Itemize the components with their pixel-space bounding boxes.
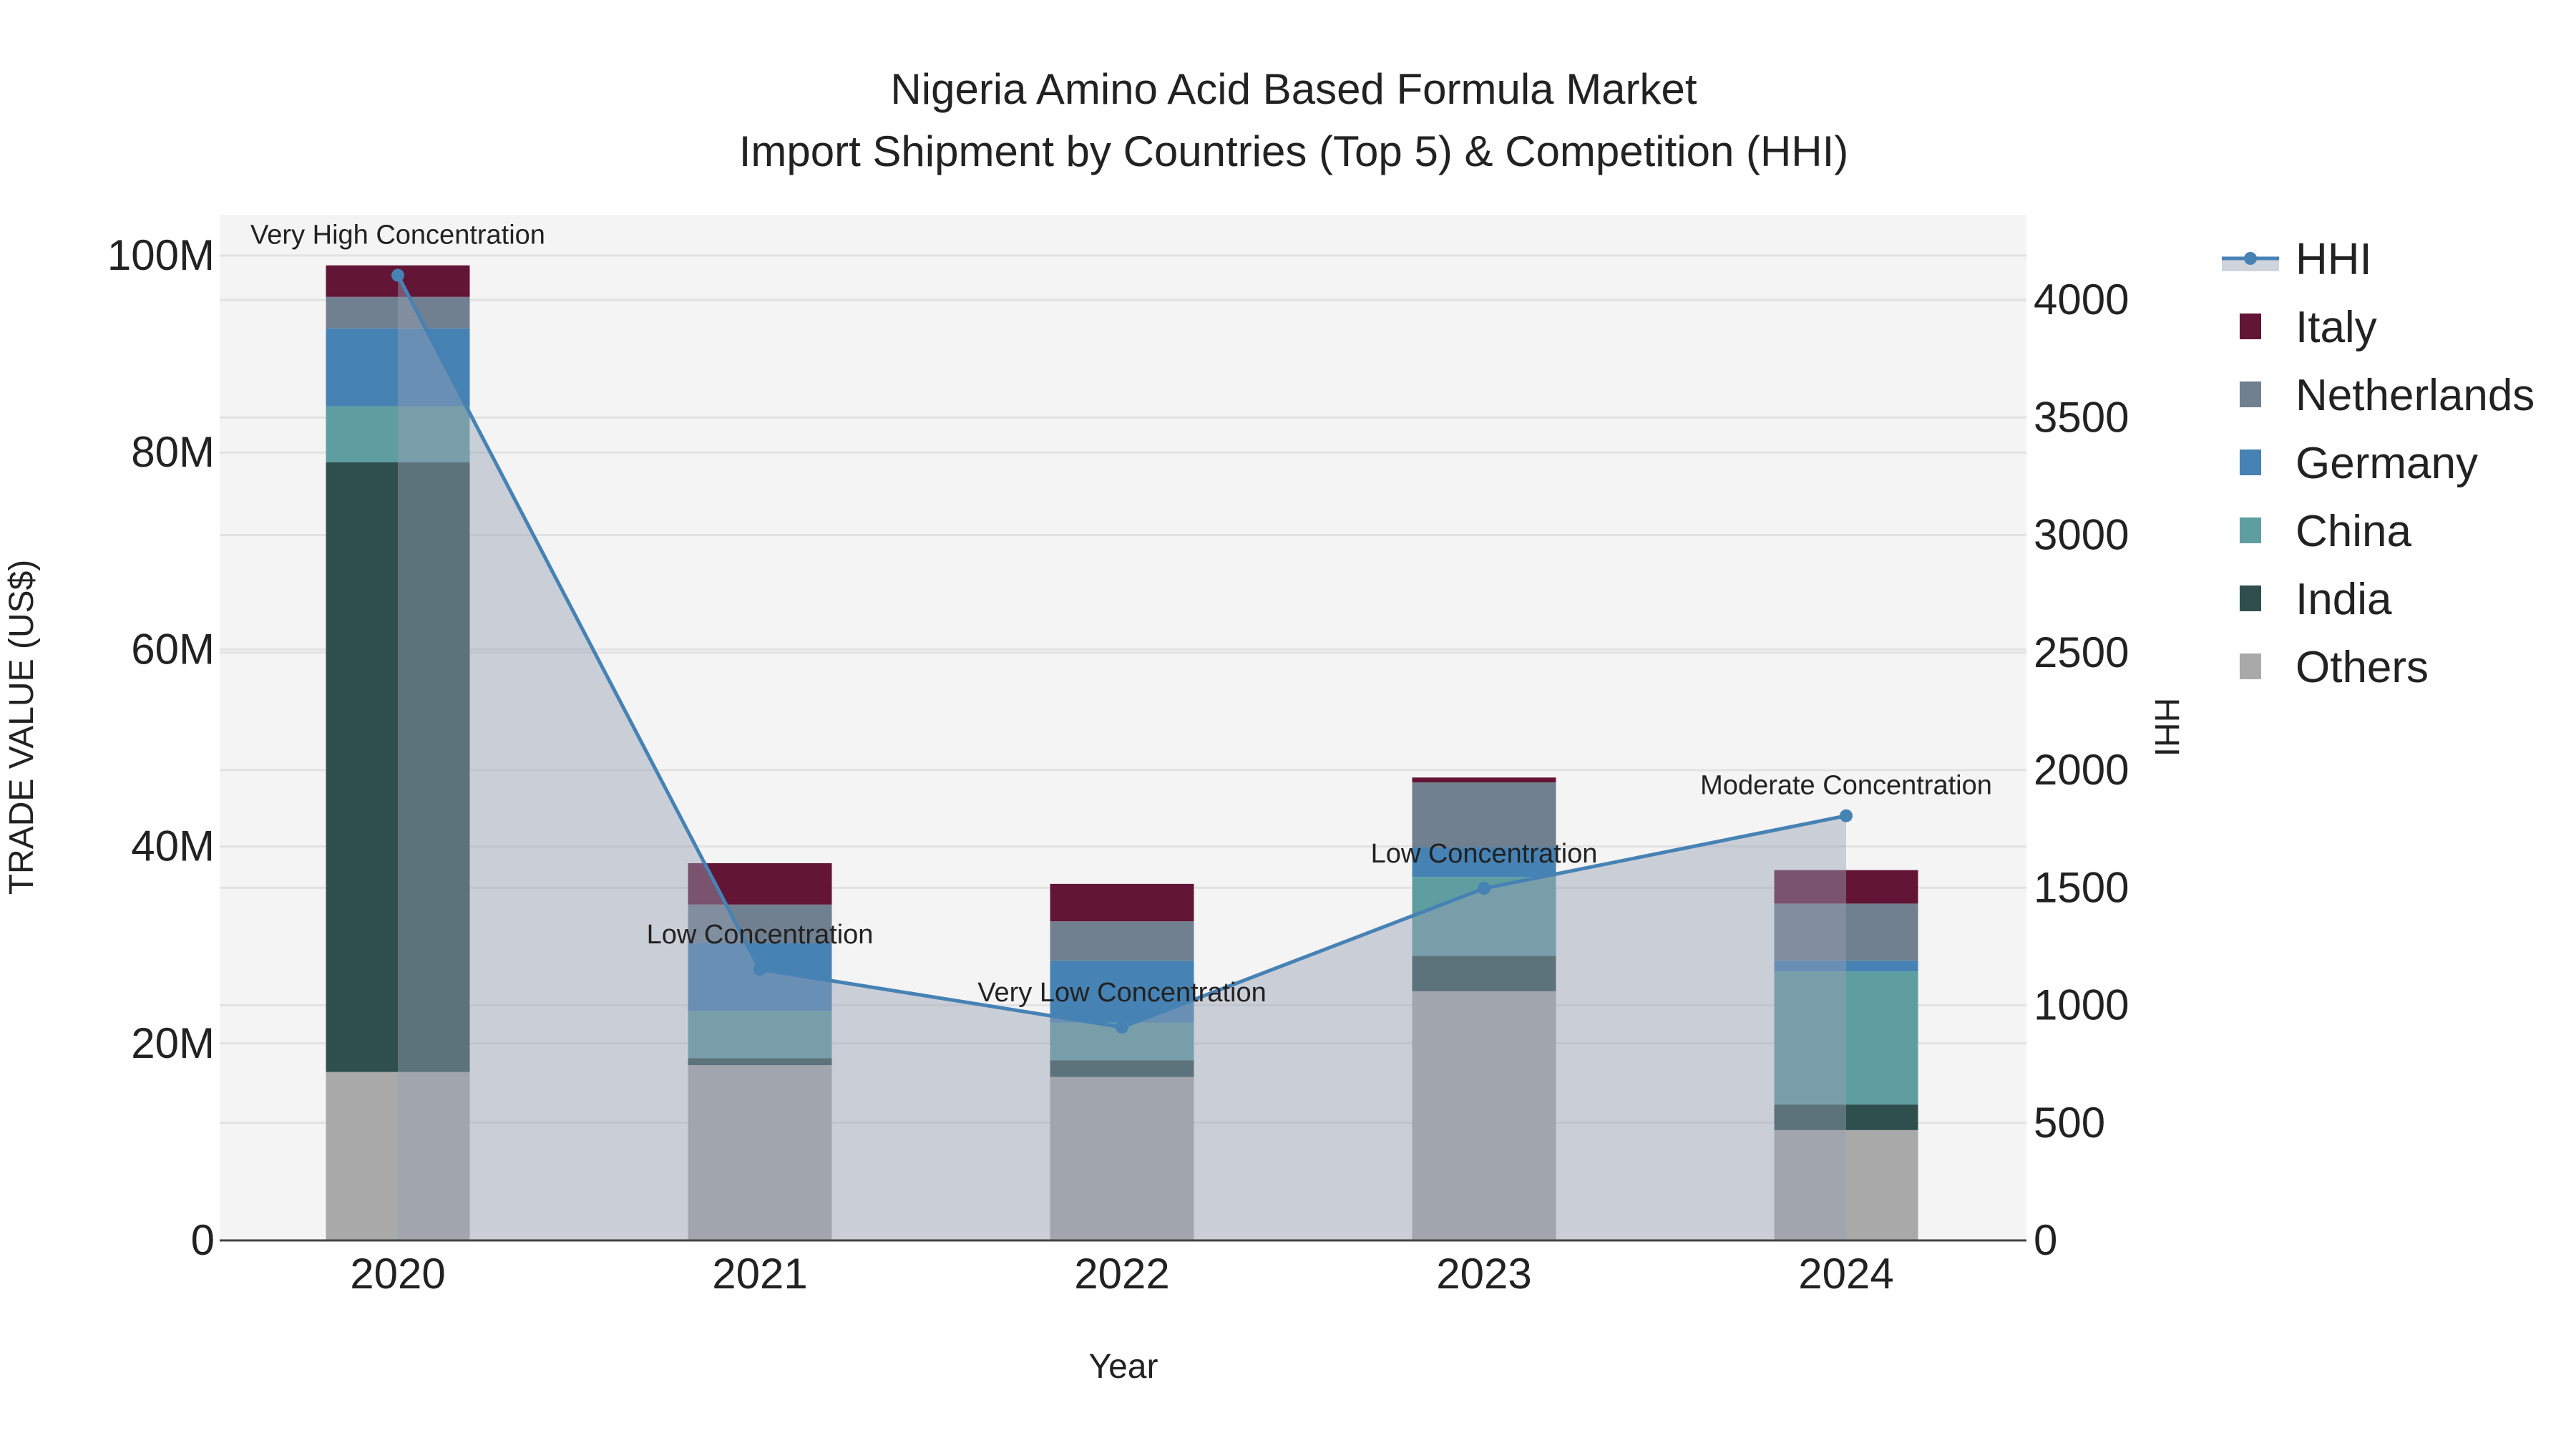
y2-tick-label: 1500: [2034, 863, 2129, 911]
x-tick-label: 2021: [712, 1250, 807, 1298]
legend-label: India: [2296, 575, 2392, 624]
x-tick-label: 2020: [350, 1250, 445, 1298]
x-tick-label: 2022: [1074, 1250, 1169, 1298]
bar-netherlands-2023: [1412, 782, 1556, 847]
y2-tick-label: 0: [2034, 1216, 2057, 1264]
hhi-annotation: Moderate Concentration: [1700, 771, 1992, 801]
hhi-annotation: Very Low Concentration: [977, 978, 1266, 1008]
chart-title-line1: Nigeria Amino Acid Based Formula Market: [890, 65, 1697, 113]
y-tick-label: 40M: [131, 822, 215, 870]
y2-tick-label: 500: [2034, 1099, 2105, 1147]
bar-netherlands-2022: [1050, 921, 1194, 961]
hhi-annotation: Very High Concentration: [250, 220, 545, 251]
legend-label: Italy: [2296, 303, 2377, 352]
hhi-marker: [753, 963, 766, 976]
legend-swatch-hhi-marker: [2244, 252, 2257, 265]
y-tick-label: 0: [191, 1216, 215, 1264]
legend-swatch-italy: [2240, 314, 2261, 339]
y-axis-title: TRADE VALUE (US$): [3, 560, 41, 895]
y2-tick-label: 1000: [2034, 981, 2129, 1029]
bar-italy-2022: [1050, 883, 1194, 922]
y2-tick-label: 4000: [2034, 276, 2129, 324]
legend-swatch-china: [2240, 517, 2261, 543]
x-tick-label: 2024: [1798, 1250, 1893, 1298]
legend-swatch-india: [2240, 585, 2261, 611]
hhi-marker: [1840, 809, 1853, 822]
hhi-marker: [391, 268, 404, 282]
legend-label: Others: [2296, 643, 2429, 692]
y-tick-label: 80M: [131, 428, 215, 476]
legend-label: China: [2296, 507, 2412, 556]
y-tick-label: 60M: [131, 625, 215, 673]
legend-label: Germany: [2296, 439, 2478, 488]
chart-title-line2: Import Shipment by Countries (Top 5) & C…: [739, 127, 1849, 175]
hhi-marker: [1478, 882, 1491, 895]
legend-swatch-netherlands: [2240, 382, 2261, 407]
legend-label: HHI: [2296, 235, 2372, 284]
bar-italy-2023: [1412, 777, 1556, 783]
y2-tick-label: 2000: [2034, 746, 2129, 794]
y2-axis-title: HHI: [2147, 698, 2185, 757]
legend: HHI Italy Netherlands Germany China India Othe…: [2222, 235, 2534, 692]
y-tick-label: 100M: [107, 231, 215, 279]
hhi-marker: [1116, 1021, 1128, 1034]
y2-tick-label: 3500: [2034, 393, 2129, 441]
y-axis-ticks: 0 20M 40M 60M 80M 100M: [107, 231, 215, 1264]
chart: Very High Concentration Low Concentration…: [3, 65, 2534, 1386]
x-axis-ticks: 2020 2021 2022 2023 2024: [350, 1250, 1893, 1298]
x-tick-label: 2023: [1436, 1250, 1531, 1298]
hhi-annotation: Low Concentration: [1371, 839, 1598, 869]
y-tick-label: 20M: [131, 1019, 215, 1067]
hhi-annotation: Low Concentration: [647, 920, 874, 950]
y2-tick-label: 2500: [2034, 628, 2129, 676]
y2-tick-label: 3000: [2034, 511, 2129, 559]
legend-swatch-germany: [2240, 449, 2261, 475]
y2-axis-ticks: 0 500 1000 1500 2000 2500 3000 3500 4000: [2034, 276, 2129, 1264]
x-axis-title: Year: [1089, 1348, 1158, 1386]
legend-label: Netherlands: [2296, 371, 2534, 420]
legend-swatch-others: [2240, 653, 2261, 679]
